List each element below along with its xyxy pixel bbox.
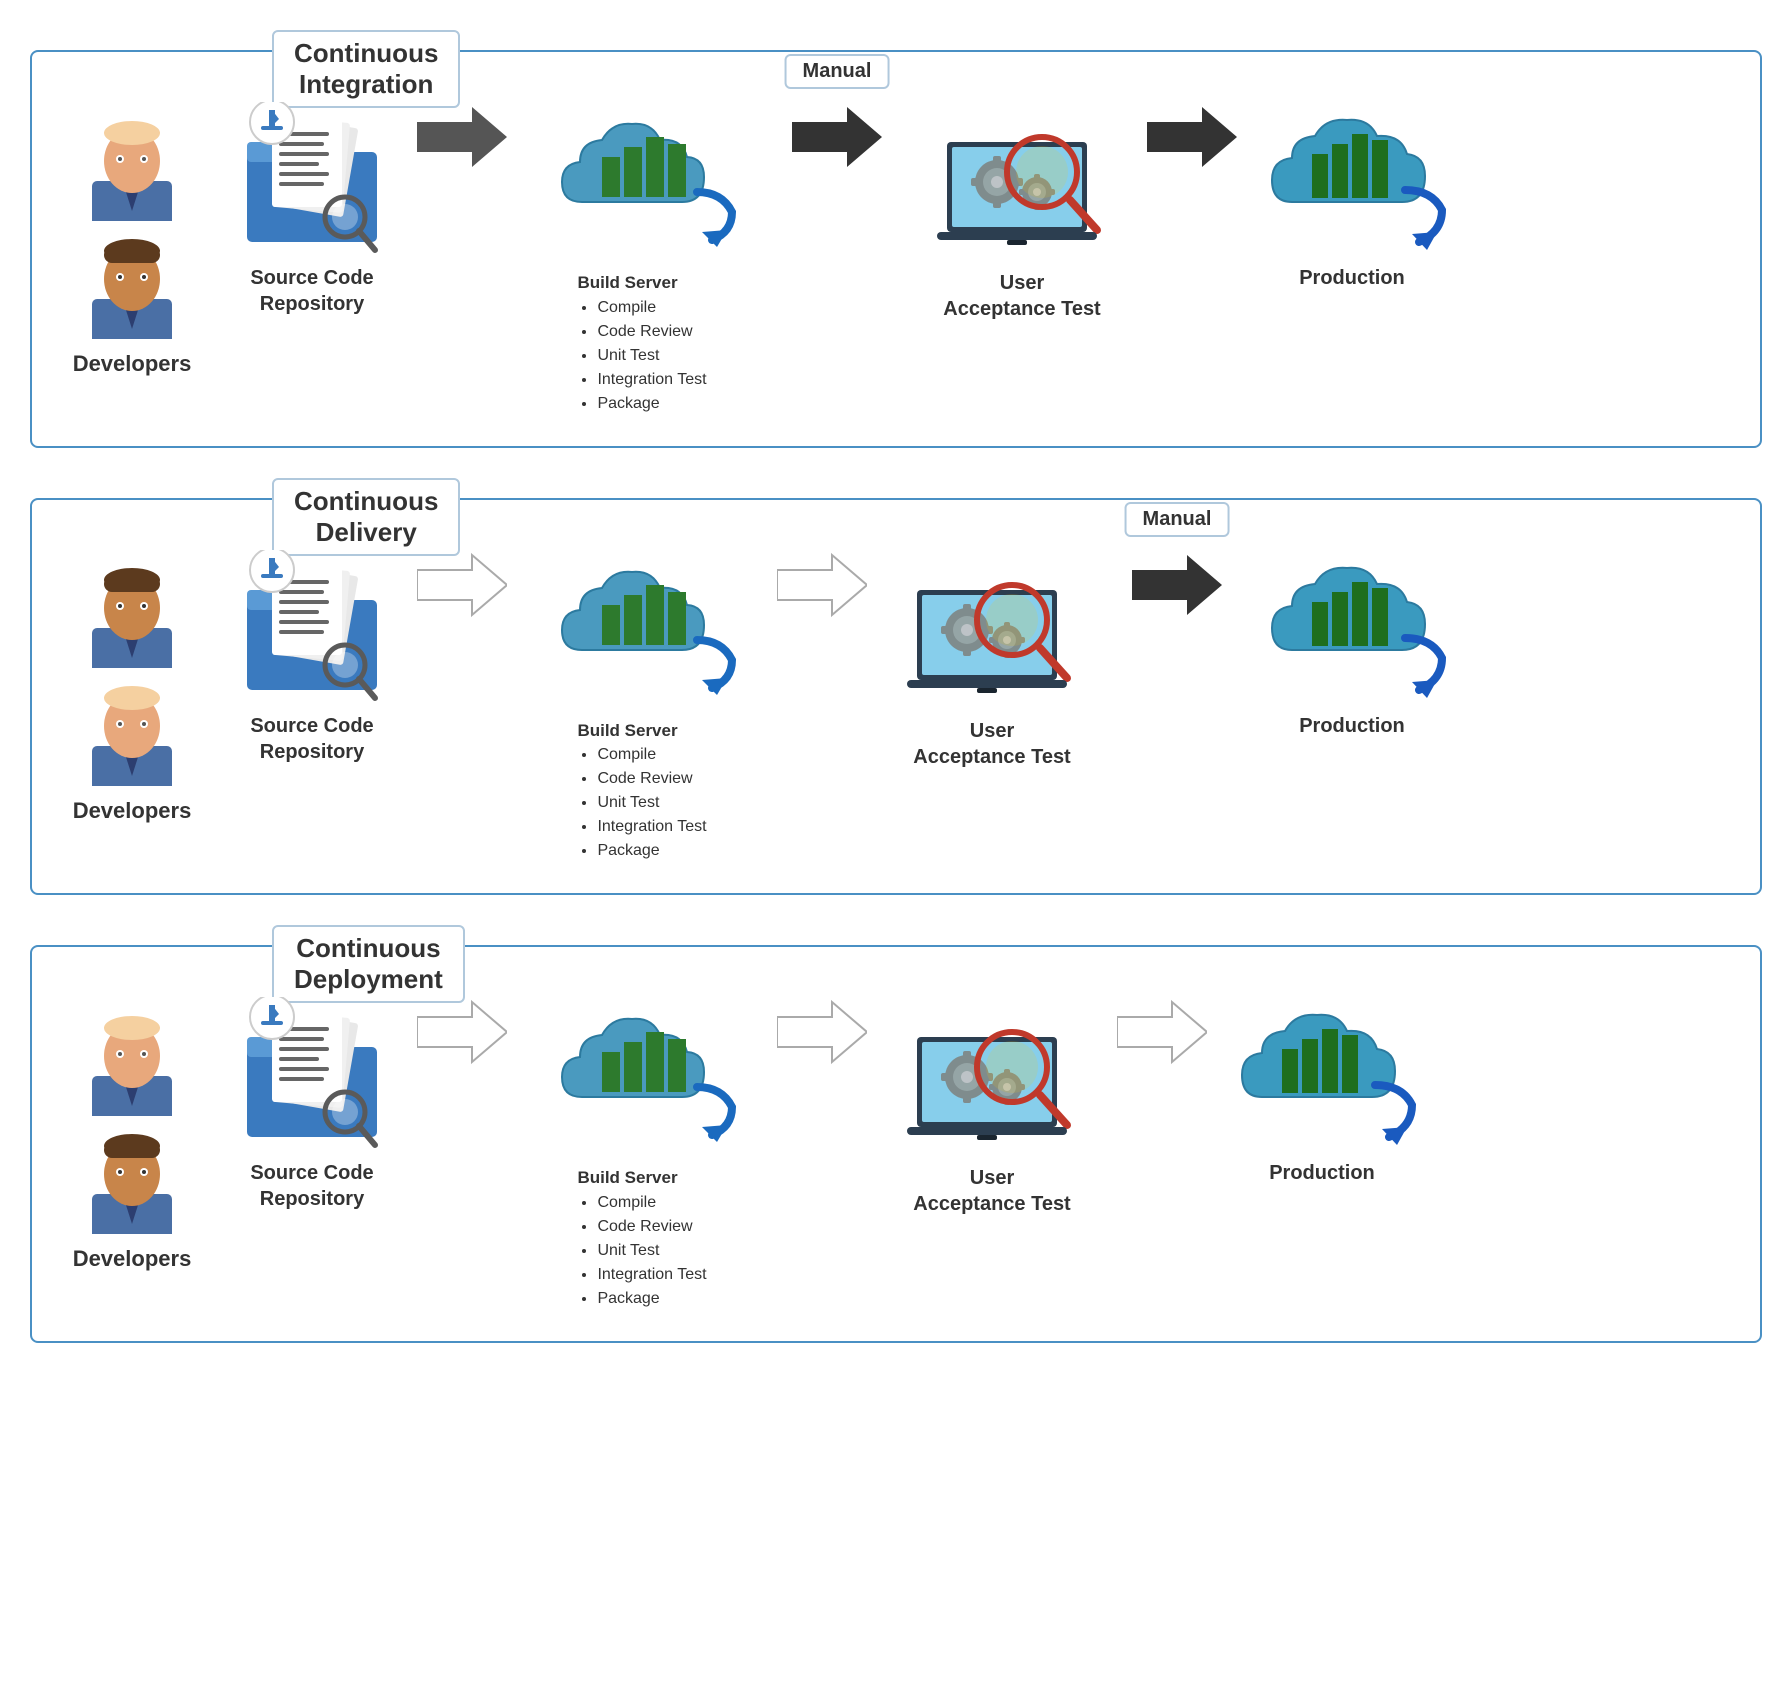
developers-column-3: Developers — [52, 1006, 212, 1272]
uat-icon-1 — [922, 102, 1122, 262]
stage-repo-3: Source CodeRepository — [212, 997, 412, 1212]
stage-build-3: Build Server Compile Code Review Unit Te… — [512, 997, 772, 1311]
cdeploy-section: ContinuousDeployment — [30, 945, 1762, 1343]
stages-row-3: Source CodeRepository — [212, 967, 1740, 1311]
build-icon-1 — [542, 102, 742, 262]
arrow-right-white-cd1 — [417, 997, 507, 1067]
stage-uat-2: UserAcceptance Test — [872, 550, 1112, 770]
arrow3-3 — [1112, 997, 1212, 1067]
manual-badge-1: Manual — [785, 54, 890, 89]
stages-row-1: Source CodeRepository — [212, 72, 1740, 416]
arrow1-2 — [412, 550, 512, 620]
developers-column-1: Developers — [52, 111, 212, 377]
uat-label-1: UserAcceptance Test — [943, 270, 1100, 322]
avatar-2a — [77, 558, 187, 668]
arrow3-1 — [1142, 102, 1242, 172]
uat-label-3: UserAcceptance Test — [913, 1165, 1070, 1217]
prod-label-2: Production — [1299, 713, 1405, 739]
prod-icon-1 — [1257, 102, 1447, 257]
arrow-right-white-cd2 — [777, 997, 867, 1067]
avatar-3b — [77, 1124, 187, 1234]
repo-label-2: Source CodeRepository — [250, 713, 373, 765]
diagram-container: ContinuousIntegration — [0, 0, 1792, 1363]
dev-label-1: Developers — [73, 351, 192, 377]
stage-uat-3: UserAcceptance Test — [872, 997, 1112, 1217]
uat-icon-2 — [892, 550, 1092, 710]
avatar-1a — [77, 111, 187, 221]
prod-label-1: Production — [1299, 265, 1405, 291]
stage-uat-1: UserAcceptance Test — [902, 102, 1142, 322]
stage-prod-1: Production — [1242, 102, 1462, 291]
arrow2-1-container: Manual — [772, 102, 902, 172]
arrow3-2-container: Manual — [1112, 550, 1242, 620]
dev-label-3: Developers — [73, 1246, 192, 1272]
repo-icon-1 — [227, 102, 397, 257]
avatar-3a — [77, 1006, 187, 1116]
build-server-info-1: Build Server Compile Code Review Unit Te… — [577, 270, 706, 416]
stage-prod-2: Production — [1242, 550, 1462, 739]
prod-icon-2 — [1257, 550, 1447, 705]
developers-column-2: Developers — [52, 558, 212, 824]
arrow-right-white-1 — [417, 550, 507, 620]
stage-repo-2: Source CodeRepository — [212, 550, 412, 765]
prod-icon-3 — [1227, 997, 1417, 1152]
manual-badge-2: Manual — [1125, 502, 1230, 537]
build-icon-2 — [542, 550, 742, 710]
arrow1-3 — [412, 997, 512, 1067]
arrow1-1 — [412, 102, 512, 172]
cd-section: ContinuousDelivery — [30, 498, 1762, 896]
arrow2-3 — [772, 997, 872, 1067]
cd-title: ContinuousDelivery — [272, 478, 460, 556]
stage-prod-3: Production — [1212, 997, 1432, 1186]
repo-label-3: Source CodeRepository — [250, 1160, 373, 1212]
arrow-right-dark-3 — [1147, 102, 1237, 172]
build-icon-3 — [542, 997, 742, 1157]
prod-label-3: Production — [1269, 1160, 1375, 1186]
arrow-right-white-2 — [777, 550, 867, 620]
stage-build-1: Build Server Compile Code Review Unit Te… — [512, 102, 772, 416]
ci-title: ContinuousIntegration — [272, 30, 460, 108]
stage-build-2: Build Server Compile Code Review Unit Te… — [512, 550, 772, 864]
build-server-info-2: Build Server Compile Code Review Unit Te… — [577, 718, 706, 864]
uat-label-2: UserAcceptance Test — [913, 718, 1070, 770]
arrow2-2 — [772, 550, 872, 620]
repo-label-1: Source CodeRepository — [250, 265, 373, 317]
dev-label-2: Developers — [73, 798, 192, 824]
stages-row-2: Source CodeRepository — [212, 520, 1740, 864]
arrow-right-dark-1 — [417, 102, 507, 172]
repo-icon-2 — [227, 550, 397, 705]
uat-icon-3 — [892, 997, 1092, 1157]
arrow-right-white-cd3 — [1117, 997, 1207, 1067]
ci-section: ContinuousIntegration — [30, 50, 1762, 448]
avatar-2b — [77, 676, 187, 786]
build-server-info-3: Build Server Compile Code Review Unit Te… — [577, 1165, 706, 1311]
cdeploy-title: ContinuousDeployment — [272, 925, 465, 1003]
stage-repo-1: Source CodeRepository — [212, 102, 412, 317]
repo-icon-3 — [227, 997, 397, 1152]
arrow-right-dark-2 — [792, 102, 882, 172]
avatar-1b — [77, 229, 187, 339]
arrow-right-dark-cd — [1132, 550, 1222, 620]
